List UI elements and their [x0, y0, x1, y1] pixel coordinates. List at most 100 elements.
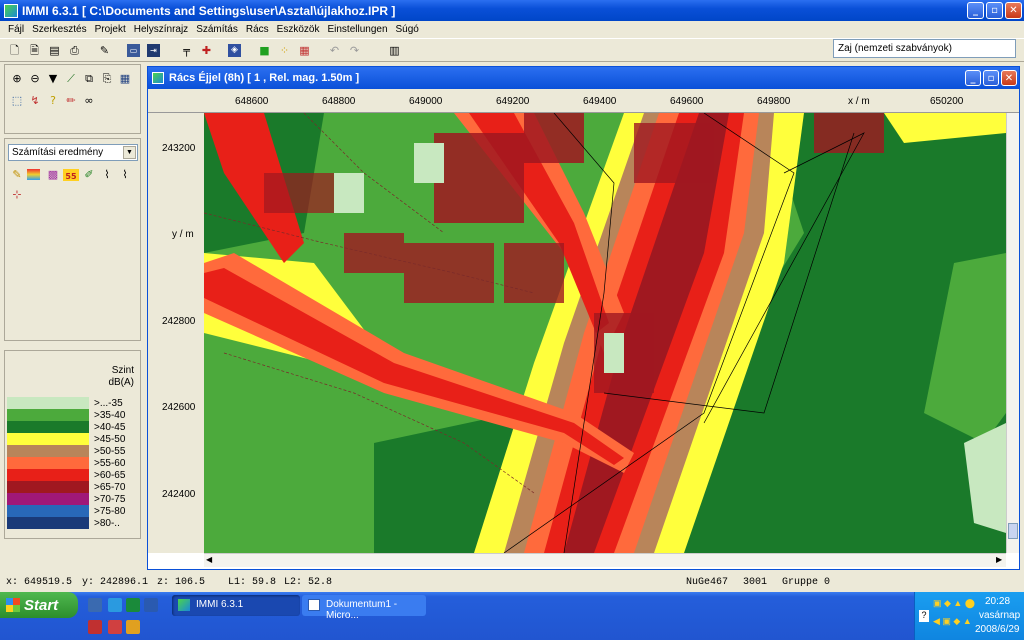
window-title: IMMI 6.3.1 [ C:\Documents and Settings\u… [22, 3, 396, 18]
source-icon[interactable]: ✚ [200, 44, 213, 57]
task-label: IMMI 6.3.1 [196, 599, 244, 610]
window-icon[interactable]: ▭ [127, 44, 140, 57]
legend-swatch [7, 517, 89, 529]
tray-icons[interactable]: ▣ ◆ ▲ ⬤ [933, 598, 993, 609]
menu-eszkozok[interactable]: Eszközök [273, 24, 324, 35]
legend-swatch [7, 397, 89, 409]
quicklaunch-icon[interactable] [126, 620, 140, 634]
legend-label: >40-45 [94, 421, 126, 433]
result-select[interactable]: Számítási eredmény ▼ [8, 144, 138, 161]
pin-icon[interactable]: ╤ [180, 44, 193, 57]
edit-icon[interactable]: ✎ [98, 44, 111, 57]
menu-racs[interactable]: Rács [242, 24, 273, 35]
task-immi[interactable]: IMMI 6.3.1 [172, 595, 300, 616]
legend-row: >40-45 [7, 421, 140, 433]
maximize-button[interactable]: ▫ [986, 2, 1003, 19]
result-select-value: Számítási eredmény [12, 147, 104, 158]
y-axis-ruler: 243200 y / m 242800 242600 242400 [148, 113, 204, 553]
help-icon[interactable]: ? [45, 93, 61, 109]
filter-icon[interactable]: ▼ [45, 71, 61, 87]
open-file-icon[interactable]: 🗎 [28, 44, 41, 57]
quicklaunch-icon[interactable] [88, 620, 102, 634]
task-word[interactable]: Dokumentum1 - Micro... [302, 595, 426, 621]
probe-icon[interactable]: ⌇ [99, 167, 115, 183]
app-icon [4, 3, 18, 18]
legend-swatch [7, 457, 89, 469]
legend-swatch [7, 445, 89, 457]
grid-calc-icon[interactable]: ■ [258, 44, 271, 57]
undo-icon[interactable]: ↶ [328, 44, 341, 57]
noise-map[interactable] [204, 113, 1006, 553]
new-file-icon[interactable]: 🗋 [8, 44, 21, 57]
status-x: x: 649519.5 [6, 577, 73, 588]
zoom-in-icon[interactable]: ⊕ [9, 71, 25, 87]
redo-icon[interactable]: ↷ [348, 44, 361, 57]
probe-add-icon[interactable]: ⌇ [117, 167, 133, 183]
child-close-button[interactable]: ✕ [1001, 70, 1017, 86]
vertical-scrollbar[interactable] [1006, 113, 1019, 553]
tool-panel: ⊕ ⊖ ▼ ⟋ ⧉ ⎘ ▦ ⬚ ↯ ? ✏ ∞ [4, 64, 141, 134]
app-icon [178, 599, 190, 611]
ie-icon[interactable] [108, 598, 122, 612]
chart-icon[interactable]: ◈ [228, 44, 241, 57]
x-tick: 649400 [583, 96, 617, 107]
y-tick: 242400 [162, 489, 196, 500]
select-icon[interactable]: ⬚ [9, 93, 25, 109]
level-edit-icon[interactable]: ✎ [9, 167, 25, 183]
zoom-out-icon[interactable]: ⊖ [27, 71, 43, 87]
section-icon[interactable]: ⟋ [63, 71, 79, 87]
export-icon[interactable]: ⇥ [147, 44, 160, 57]
print-icon[interactable]: ⎙ [68, 44, 81, 57]
building-cluster [504, 243, 564, 303]
curve-icon[interactable]: ↯ [27, 93, 43, 109]
value-55-icon[interactable]: 55 [63, 169, 79, 181]
standard-select[interactable]: Zaj (nemzeti szabványok) [833, 39, 1016, 58]
x-axis-ruler: 648600 648800 649000 649200 649400 64960… [148, 89, 1019, 113]
quicklaunch-icon[interactable] [88, 598, 102, 612]
table-icon[interactable]: ▦ [117, 71, 133, 87]
quiet-zone [604, 333, 624, 373]
legend-label: >65-70 [94, 481, 126, 493]
child-maximize-button[interactable]: ▫ [983, 70, 999, 86]
app-icon [152, 72, 164, 84]
point-icon[interactable]: ⊹ [9, 187, 25, 203]
palette-icon[interactable] [27, 169, 40, 180]
menu-sugo[interactable]: Súgó [392, 24, 423, 35]
grid-color-icon[interactable]: ▦ [298, 44, 311, 57]
menu-szerkesztes[interactable]: Szerkesztés [28, 24, 90, 35]
calculator-icon[interactable]: ▥ [388, 44, 401, 57]
word-icon[interactable] [144, 598, 158, 612]
legend-row: >45-50 [7, 433, 140, 445]
chevron-down-icon[interactable]: ▼ [123, 146, 136, 159]
menu-projekt[interactable]: Projekt [91, 24, 130, 35]
close-button[interactable]: ✕ [1005, 2, 1022, 19]
glasses-icon[interactable]: ∞ [81, 93, 97, 109]
layer-icon[interactable]: ⧉ [81, 71, 97, 87]
building-cluster [404, 243, 494, 303]
task-label: Dokumentum1 - Micro... [326, 599, 398, 621]
menu-fajl[interactable]: Fájl [4, 24, 28, 35]
x-tick: 649800 [757, 96, 791, 107]
start-button[interactable]: Start [0, 592, 78, 618]
child-minimize-button[interactable]: _ [965, 70, 981, 86]
excel-icon[interactable] [126, 598, 140, 612]
scroll-right-icon[interactable]: ▶ [996, 555, 1002, 564]
vertical-scroll-thumb[interactable] [1008, 523, 1018, 539]
grid-points-icon[interactable]: ⁘ [278, 44, 291, 57]
color-scale-icon[interactable]: ▩ [45, 167, 61, 183]
pencil-icon[interactable]: ✏ [63, 93, 79, 109]
legend-swatch [7, 505, 89, 517]
quicklaunch-icon[interactable] [108, 620, 122, 634]
menu-helyszinrajz[interactable]: Helyszínrajz [130, 24, 192, 35]
help-icon[interactable]: ? [919, 610, 929, 622]
minimize-button[interactable]: _ [967, 2, 984, 19]
legend-label: >50-55 [94, 445, 126, 457]
save-icon[interactable]: ▤ [48, 44, 61, 57]
contour-icon[interactable]: ✐ [81, 167, 97, 183]
scroll-left-icon[interactable]: ◀ [206, 555, 212, 564]
horizontal-scrollbar[interactable]: ◀ ▶ [204, 553, 1006, 567]
copy-icon[interactable]: ⎘ [99, 71, 115, 87]
menu-einstellungen[interactable]: Einstellungen [323, 24, 391, 35]
building-cluster [814, 113, 884, 153]
menu-szamitas[interactable]: Számítás [192, 24, 242, 35]
